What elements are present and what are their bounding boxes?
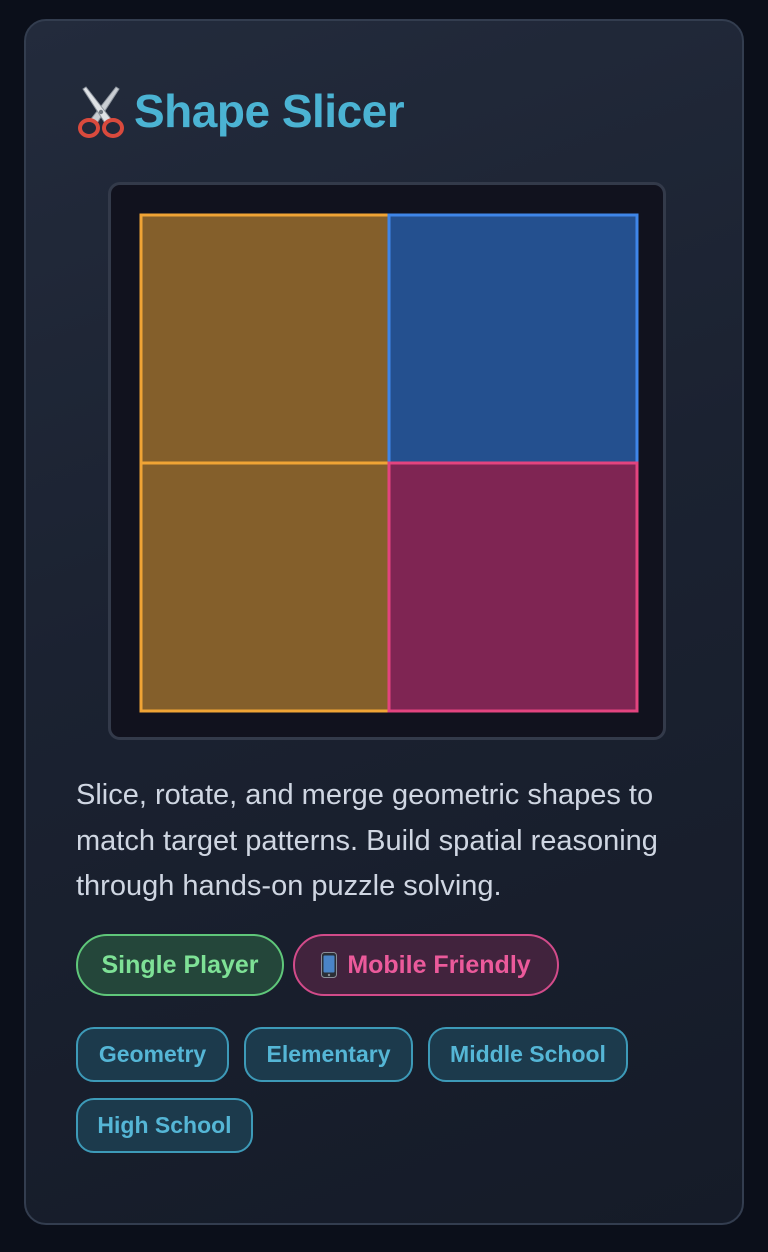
tag-label: Geometry <box>98 1041 207 1067</box>
tag-label: Middle School <box>450 1041 606 1067</box>
single-player-label: Single Player <box>101 950 259 979</box>
mobile-phone-icon <box>321 952 338 978</box>
scissors-icon <box>78 86 124 138</box>
tag-geometry[interactable]: Geometry <box>76 1027 229 1082</box>
tag-label: Elementary <box>266 1041 391 1067</box>
tag-middle-school[interactable]: Middle School <box>428 1027 628 1082</box>
game-description: Slice, rotate, and merge geometric shape… <box>76 779 658 902</box>
piece-top-right[interactable] <box>387 213 639 465</box>
mobile-friendly-label: Mobile Friendly <box>347 950 531 979</box>
single-player-badge: Single Player <box>76 934 284 996</box>
mobile-friendly-badge: Mobile Friendly <box>293 934 559 996</box>
game-card[interactable]: Shape Slicer Slice, rotate, and merge ge… <box>24 19 744 1225</box>
piece-top-left[interactable] <box>139 213 391 465</box>
puzzle-board[interactable] <box>108 182 666 740</box>
game-title: Shape Slicer <box>76 83 405 139</box>
piece-bottom-left[interactable] <box>139 461 391 713</box>
tag-label: High School <box>97 1112 232 1138</box>
tag-high-school[interactable]: High School <box>76 1098 253 1153</box>
piece-bottom-right[interactable] <box>387 461 639 713</box>
title-text: Shape Slicer <box>134 85 405 137</box>
puzzle-canvas[interactable] <box>111 185 663 737</box>
tag-elementary[interactable]: Elementary <box>244 1027 413 1082</box>
